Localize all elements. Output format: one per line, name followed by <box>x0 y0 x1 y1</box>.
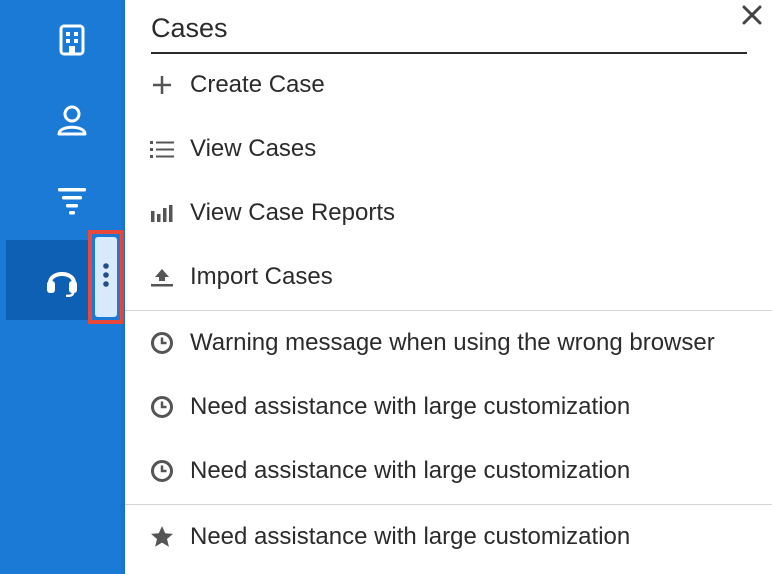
filter-icon <box>50 178 94 222</box>
recent-item-label: Need assistance with large customization <box>190 393 631 420</box>
menu-item-view-cases[interactable]: View Cases <box>125 117 772 181</box>
recent-item[interactable]: Need assistance with large customization <box>125 375 772 439</box>
recent-item-label: Need assistance with large customization <box>190 457 631 484</box>
list-icon <box>149 136 175 162</box>
recent-item[interactable]: Need assistance with large customization <box>125 439 772 503</box>
menu-item-label: Create Case <box>190 71 325 98</box>
headset-icon <box>40 258 84 302</box>
menu-item-view-case-reports[interactable]: View Case Reports <box>125 181 772 245</box>
plus-icon <box>149 72 175 98</box>
clock-icon <box>149 330 175 356</box>
sidebar-item-accounts[interactable] <box>6 0 124 80</box>
bar-chart-icon <box>149 200 175 226</box>
sidebar-item-contacts[interactable] <box>6 80 124 160</box>
sidebar-item-leads[interactable] <box>6 160 124 240</box>
cases-menu: Cases Create Case View Cases View Case R… <box>125 0 772 574</box>
menu-item-import-cases[interactable]: Import Cases <box>125 245 772 309</box>
upload-icon <box>149 264 175 290</box>
recent-item-label: Warning message when using the wrong bro… <box>190 329 715 356</box>
more-vertical-icon <box>102 262 110 292</box>
clock-icon <box>149 394 175 420</box>
menu-title: Cases <box>151 8 747 54</box>
building-icon <box>50 18 94 62</box>
recent-item[interactable]: Warning message when using the wrong bro… <box>125 311 772 375</box>
favorite-item-label: Need assistance with large customization <box>190 523 631 550</box>
clock-icon <box>149 458 175 484</box>
sidebar <box>0 0 125 574</box>
close-icon <box>741 4 763 31</box>
favorite-item[interactable]: Need assistance with large customization <box>125 505 772 569</box>
contact-icon <box>50 98 94 142</box>
menu-item-label: View Case Reports <box>190 199 395 226</box>
menu-item-label: View Cases <box>190 135 317 162</box>
star-icon <box>149 524 175 550</box>
menu-item-label: Import Cases <box>190 263 333 290</box>
close-button[interactable] <box>737 2 767 32</box>
more-options-button[interactable] <box>88 230 124 324</box>
menu-item-create-case[interactable]: Create Case <box>125 53 772 117</box>
